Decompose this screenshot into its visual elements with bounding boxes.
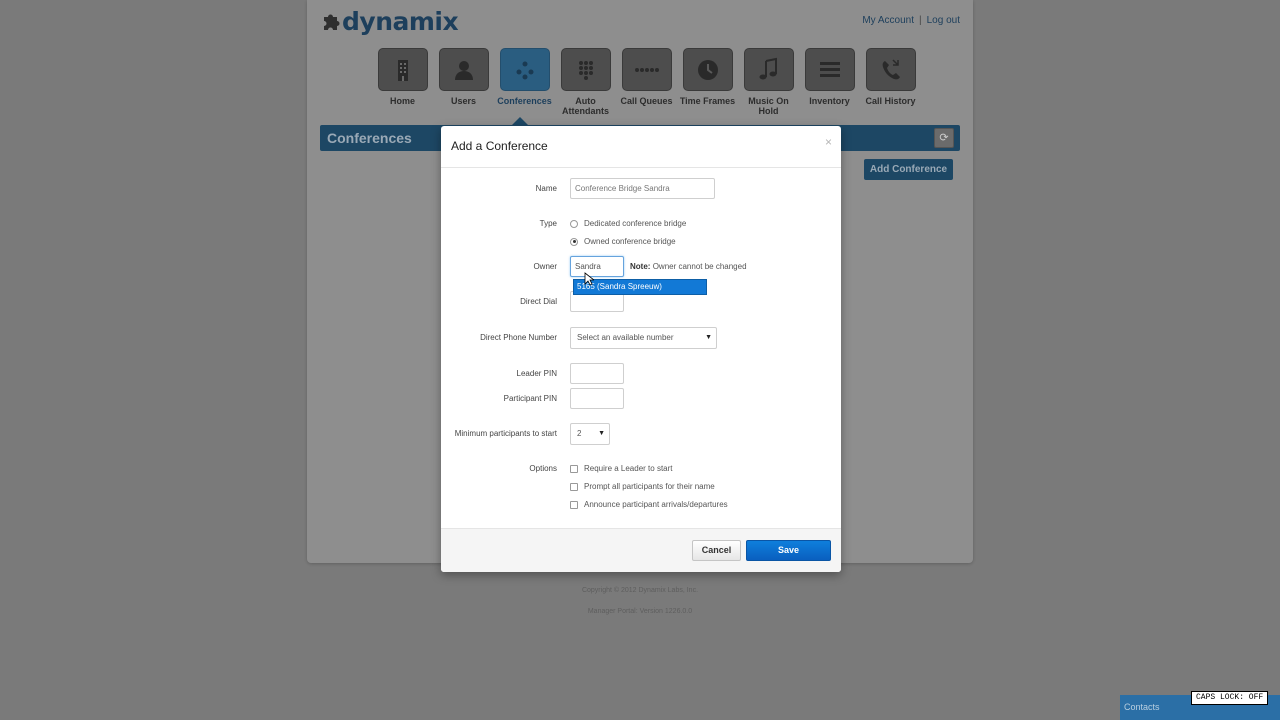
option-prompt-name[interactable]: Prompt all participants for their name	[570, 482, 715, 491]
min-participants-value: 2	[577, 429, 582, 438]
leader-pin-label: Leader PIN	[516, 369, 557, 378]
user-icon	[454, 60, 473, 80]
music-icon	[759, 57, 777, 79]
logo[interactable]: dynamix	[321, 7, 459, 36]
keypad-icon	[578, 60, 593, 80]
dedicated-radio[interactable]	[570, 219, 578, 228]
nav-label: Call Queues	[620, 96, 673, 106]
active-nav-caret	[512, 117, 528, 125]
brand-name: dynamix	[342, 7, 459, 36]
logout-link[interactable]: Log out	[927, 15, 960, 26]
mouse-cursor-icon	[584, 272, 594, 286]
conference-icon	[516, 61, 533, 79]
nav-tile	[499, 48, 550, 91]
caps-lock-indicator: CAPS LOCK: OFF	[1191, 691, 1269, 705]
option-announce[interactable]: Announce participant arrivals/departures	[570, 500, 728, 509]
nav-item-conferences[interactable]: Conferences	[494, 48, 555, 116]
section-title: Conferences	[327, 130, 412, 146]
nav-item-auto-attendants[interactable]: Auto Attendants	[555, 48, 616, 116]
footer-copyright: Copyright © 2012 Dynamix Labs, Inc.	[581, 587, 699, 594]
type-label: Type	[539, 219, 557, 228]
nav-label: Home	[389, 96, 415, 106]
nav-item-time-frames[interactable]: Time Frames	[677, 48, 738, 116]
contacts-label: Contacts	[1124, 702, 1160, 712]
name-label: Name	[535, 184, 557, 193]
nav-item-music-on-hold[interactable]: Music On Hold	[738, 48, 799, 116]
nav-tile	[743, 48, 794, 91]
main-nav: Home Users Conferences Auto Attendants C…	[372, 48, 921, 116]
name-input[interactable]: Conference Bridge Sandra	[570, 178, 715, 199]
direct-phone-label: Direct Phone Number	[480, 333, 557, 342]
owned-radio[interactable]	[570, 237, 578, 246]
require-leader-checkbox[interactable]	[570, 464, 578, 473]
nav-label: Call History	[865, 96, 916, 106]
owner-note-bold: Note:	[630, 262, 651, 271]
participant-pin-label: Participant PIN	[503, 394, 557, 403]
cancel-button[interactable]: Cancel	[692, 540, 741, 561]
nav-item-inventory[interactable]: Inventory	[799, 48, 860, 116]
owner-note-text: Owner cannot be changed	[652, 262, 747, 271]
type-owned-option[interactable]: Owned conference bridge	[570, 237, 676, 246]
chevron-down-icon: ▼	[598, 430, 605, 437]
building-icon	[397, 59, 408, 81]
owner-label: Owner	[533, 262, 557, 271]
modal-title: Add a Conference	[451, 139, 548, 153]
nav-item-call-history[interactable]: Call History	[860, 48, 921, 116]
options-label: Options	[529, 464, 557, 473]
chevron-down-icon: ▼	[705, 334, 712, 341]
direct-phone-select[interactable]: Select an available number ▼	[570, 327, 717, 349]
phone-history-icon	[882, 58, 900, 79]
modal-footer: Cancel Save	[441, 528, 841, 572]
nav-label: Music On Hold	[748, 96, 789, 116]
direct-dial-label: Direct Dial	[520, 297, 557, 306]
dedicated-radio-label: Dedicated conference bridge	[584, 219, 687, 228]
save-button[interactable]: Save	[746, 540, 831, 561]
nav-tile	[377, 48, 428, 91]
owner-input[interactable]: Sandra	[570, 256, 624, 277]
close-icon[interactable]: ×	[825, 135, 832, 149]
nav-item-users[interactable]: Users	[433, 48, 494, 116]
nav-label: Time Frames	[679, 96, 736, 106]
announce-checkbox[interactable]	[570, 500, 578, 509]
type-dedicated-option[interactable]: Dedicated conference bridge	[570, 219, 686, 228]
nav-item-call-queues[interactable]: Call Queues	[616, 48, 677, 116]
nav-tile	[682, 48, 733, 91]
participant-pin-input[interactable]	[570, 388, 624, 409]
option-label: Prompt all participants for their name	[584, 482, 715, 491]
nav-label: Conferences	[497, 96, 552, 106]
add-conference-button[interactable]: Add Conference	[864, 159, 953, 180]
add-conference-modal: Add a Conference × Name Conference Bridg…	[441, 126, 841, 572]
link-separator: |	[919, 15, 922, 26]
refresh-button[interactable]: ⟳	[934, 128, 954, 148]
nav-tile	[865, 48, 916, 91]
owned-radio-label: Owned conference bridge	[584, 237, 676, 246]
nav-tile	[804, 48, 855, 91]
dots-icon	[634, 67, 659, 72]
option-label: Require a Leader to start	[584, 464, 673, 473]
option-label: Announce participant arrivals/departures	[584, 500, 728, 509]
nav-label: Users	[450, 96, 477, 106]
option-require-leader[interactable]: Require a Leader to start	[570, 464, 673, 473]
nav-item-home[interactable]: Home	[372, 48, 433, 116]
my-account-link[interactable]: My Account	[862, 15, 914, 26]
nav-label: Auto Attendants	[562, 96, 609, 116]
min-participants-label: Minimum participants to start	[454, 429, 557, 438]
direct-phone-select-value: Select an available number	[577, 333, 674, 342]
footer-version: Manager Portal: Version 1226.0.0	[587, 608, 693, 615]
refresh-icon: ⟳	[939, 132, 949, 144]
nav-tile	[621, 48, 672, 91]
leader-pin-input[interactable]	[570, 363, 624, 384]
nav-label: Inventory	[809, 96, 850, 106]
owner-note: Note: Owner cannot be changed	[630, 262, 747, 271]
clock-icon	[697, 59, 718, 80]
nav-tile	[438, 48, 489, 91]
prompt-name-checkbox[interactable]	[570, 482, 578, 491]
puzzle-logo-icon	[321, 12, 341, 32]
min-participants-select[interactable]: 2 ▼	[570, 423, 610, 445]
list-icon	[819, 61, 840, 77]
top-links: My Account | Log out	[862, 15, 960, 26]
modal-header: Add a Conference ×	[441, 126, 841, 168]
nav-tile	[560, 48, 611, 91]
